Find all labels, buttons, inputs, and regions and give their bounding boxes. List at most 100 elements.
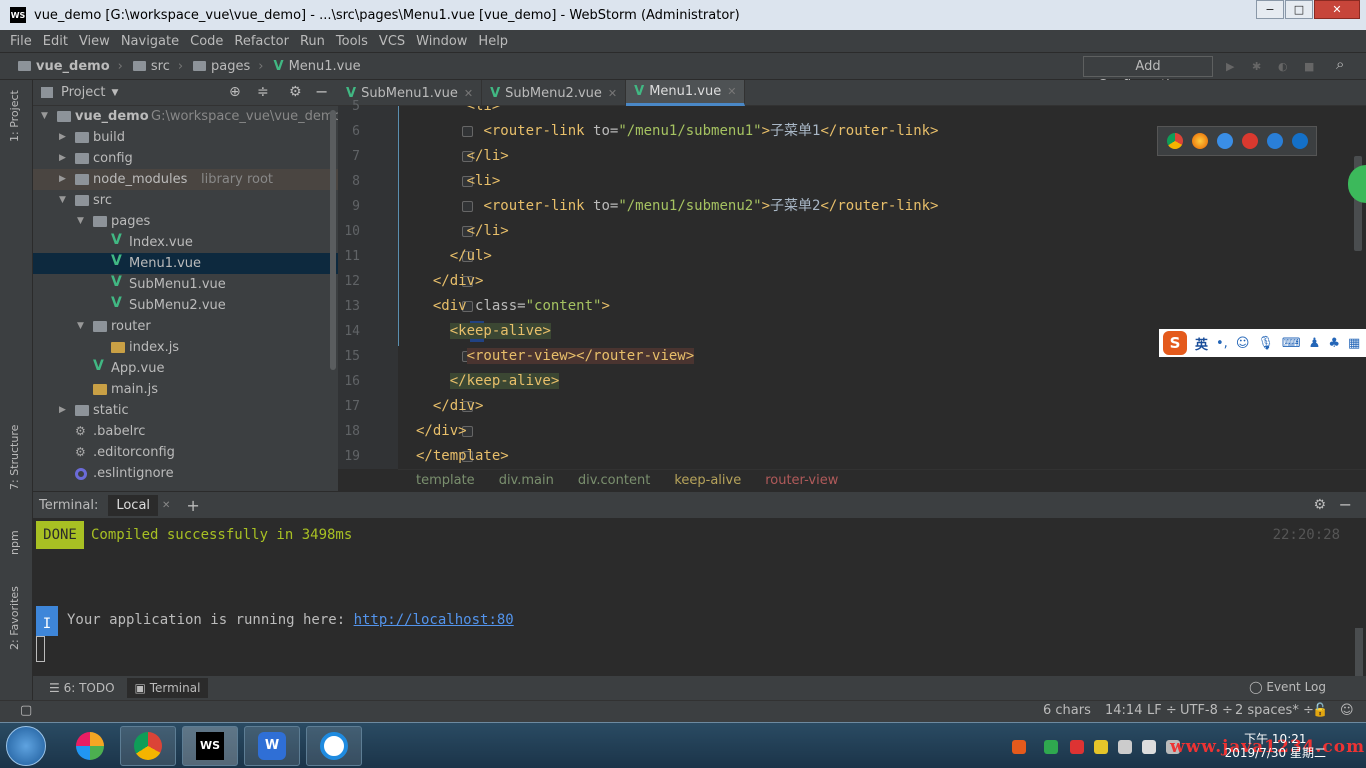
nav-crumb-pages[interactable]: pages › — [193, 59, 264, 74]
network-tray-icon[interactable] — [1118, 740, 1132, 754]
menu-view[interactable]: View — [79, 34, 110, 49]
sogou-tray-icon[interactable] — [1012, 740, 1026, 754]
antivirus-tray-icon[interactable] — [1070, 740, 1084, 754]
keyboard-icon[interactable]: ⌨ — [1282, 336, 1301, 351]
favorites-tool-button[interactable]: 2: Favorites — [8, 586, 21, 650]
tree-item[interactable]: main.js — [33, 379, 338, 400]
menu-code[interactable]: Code — [190, 34, 223, 49]
wps-taskbar-icon[interactable]: W — [244, 726, 300, 766]
breadcrumb-router-view[interactable]: router-view — [765, 473, 838, 488]
tree-item[interactable]: index.js — [33, 337, 338, 358]
skin-icon[interactable]: ♣ — [1328, 336, 1340, 351]
safari-icon[interactable] — [1216, 133, 1233, 149]
ime-language[interactable]: 英 — [1195, 334, 1208, 353]
tree-item[interactable]: ▶ config — [33, 148, 338, 169]
start-button-icon[interactable] — [6, 726, 46, 766]
cursor-position[interactable]: 14:14 — [1105, 703, 1142, 718]
menu-vcs[interactable]: VCS — [379, 34, 405, 49]
add-configuration-button[interactable]: Add Configuration... — [1083, 56, 1213, 93]
ie-icon[interactable] — [1266, 133, 1283, 149]
microphone-icon[interactable]: 🎙 — [1257, 336, 1274, 351]
nav-crumb-src[interactable]: src › — [132, 59, 183, 74]
lock-icon[interactable]: 🔓 — [1312, 703, 1328, 718]
menu-window[interactable]: Window — [416, 34, 467, 49]
terminal-output[interactable]: DONE Compiled successfully in 3498ms 22:… — [33, 518, 1366, 676]
menu-help[interactable]: Help — [478, 34, 508, 49]
punctuation-icon[interactable]: •, — [1216, 336, 1228, 351]
close-icon[interactable]: ✕ — [608, 87, 617, 100]
project-view-selector[interactable]: Project — [61, 85, 105, 100]
chevron-down-icon[interactable]: ▼ — [77, 211, 87, 232]
tree-item[interactable]: V Menu1.vue — [33, 253, 338, 274]
photos-app-icon[interactable] — [62, 726, 118, 766]
system-clock[interactable]: 下午 10:21 2019/7/30 星期二 — [1225, 732, 1326, 760]
maximize-button[interactable]: □ — [1285, 0, 1313, 19]
opera-icon[interactable] — [1241, 133, 1258, 149]
chevron-right-icon[interactable]: ▶ — [59, 148, 69, 169]
menu-file[interactable]: File — [10, 34, 32, 49]
close-icon[interactable]: ✕ — [464, 87, 473, 100]
file-encoding[interactable]: UTF-8 ÷ — [1180, 703, 1233, 718]
menu-navigate[interactable]: Navigate — [121, 34, 179, 49]
collapse-all-icon[interactable]: ≑ — [257, 84, 269, 100]
npm-tool-button[interactable]: npm — [8, 530, 21, 555]
close-icon[interactable]: ✕ — [162, 500, 170, 511]
app-taskbar-icon[interactable] — [306, 726, 362, 766]
tree-item[interactable]: ⚙ .editorconfig — [33, 442, 338, 463]
tree-item[interactable]: ▼ vue_demo G:\workspace_vue\vue_demo — [33, 106, 342, 127]
tree-item[interactable]: V Index.vue — [33, 232, 338, 253]
edge-icon[interactable] — [1291, 133, 1308, 149]
search-icon[interactable]: ⌕ — [1336, 57, 1349, 72]
chevron-down-icon[interactable]: ▼ — [41, 106, 51, 127]
tree-item[interactable]: ▼ router — [33, 316, 338, 337]
user-icon[interactable]: ♟ — [1309, 336, 1321, 351]
breadcrumb-keep-alive[interactable]: keep-alive — [674, 473, 741, 488]
chevron-right-icon[interactable]: ▶ — [59, 169, 69, 190]
new-terminal-button[interactable]: + — [186, 496, 199, 515]
tree-item[interactable]: V App.vue — [33, 358, 338, 379]
menu-edit[interactable]: Edit — [43, 34, 68, 49]
menu-refactor[interactable]: Refactor — [234, 34, 289, 49]
chevron-down-icon[interactable]: ▼ — [59, 190, 69, 211]
toggle-panels-icon[interactable]: ▢ — [20, 703, 32, 718]
hide-panel-icon[interactable]: − — [315, 82, 328, 101]
sogou-logo-icon[interactable]: S — [1163, 331, 1187, 355]
tree-item[interactable]: ▶ node_modules library root — [33, 169, 338, 190]
tab-menu1[interactable]: V Menu1.vue ✕ — [626, 80, 746, 106]
hide-panel-icon[interactable]: − — [1339, 495, 1352, 514]
stop-icon[interactable]: ■ — [1304, 60, 1317, 73]
project-scrollbar[interactable] — [330, 110, 336, 370]
menu-tools[interactable]: Tools — [336, 34, 368, 49]
structure-tool-button[interactable]: 7: Structure — [8, 425, 21, 490]
breadcrumb-div-main[interactable]: div.main — [499, 473, 554, 488]
tree-item[interactable]: ⚙ .babelrc — [33, 421, 338, 442]
breadcrumb-div-content[interactable]: div.content — [578, 473, 650, 488]
firefox-icon[interactable] — [1191, 133, 1208, 149]
gear-icon[interactable]: ⚙ — [1313, 497, 1326, 513]
code-editor[interactable]: <li> <router-link to="/menu1/submenu1">子… — [398, 106, 1366, 469]
emoji-icon[interactable]: ☺ — [1236, 336, 1250, 351]
security-tray-icon[interactable] — [1044, 740, 1058, 754]
flag-tray-icon[interactable] — [1142, 740, 1156, 754]
chevron-right-icon[interactable]: ▶ — [59, 400, 69, 421]
chevron-down-icon[interactable]: ▼ — [111, 88, 118, 98]
nav-crumb-file[interactable]: V Menu1.vue — [274, 59, 361, 74]
menu-run[interactable]: Run — [300, 34, 325, 49]
coverage-icon[interactable]: ◐ — [1278, 60, 1291, 73]
run-icon[interactable]: ▶ — [1226, 60, 1239, 73]
event-log-button[interactable]: ◯ Event Log — [1249, 680, 1326, 694]
toolbox-icon[interactable]: ▦ — [1348, 336, 1360, 351]
tree-item[interactable]: ▶ static — [33, 400, 338, 421]
tree-item[interactable]: V SubMenu2.vue — [33, 295, 338, 316]
tree-item[interactable]: ▼ src — [33, 190, 338, 211]
chevron-down-icon[interactable]: ▼ — [77, 316, 87, 337]
terminal-scrollbar[interactable] — [1355, 628, 1363, 676]
nav-crumb-project[interactable]: vue_demo › — [18, 59, 123, 74]
todo-tab[interactable]: ☰ 6: TODO — [41, 678, 123, 698]
close-button[interactable]: ✕ — [1314, 0, 1360, 19]
tree-item[interactable]: ▼ pages — [33, 211, 338, 232]
localhost-link[interactable]: http://localhost:80 — [354, 612, 514, 628]
inspector-icon[interactable]: ☺ — [1340, 703, 1354, 718]
chrome-taskbar-icon[interactable] — [120, 726, 176, 766]
gear-icon[interactable]: ⚙ — [289, 84, 302, 100]
